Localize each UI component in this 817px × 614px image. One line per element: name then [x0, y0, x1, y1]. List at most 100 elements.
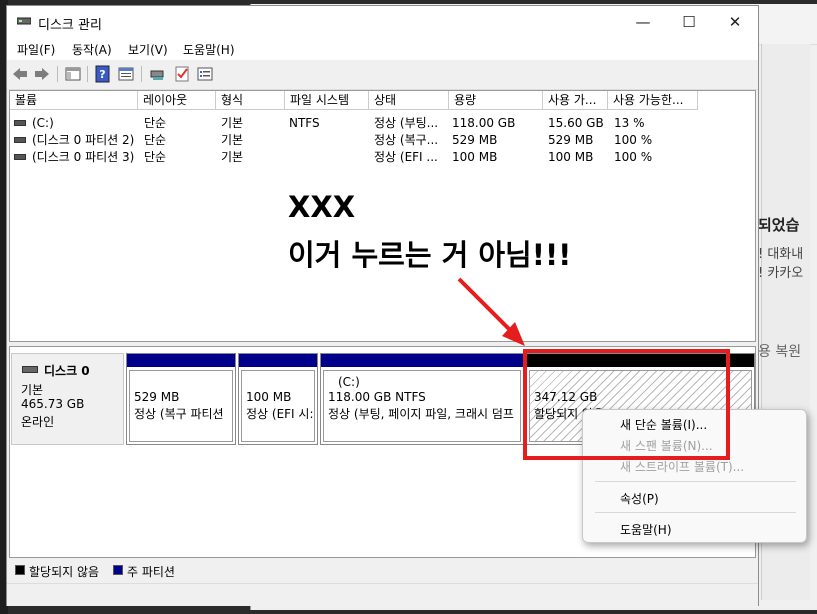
- partition-efi[interactable]: 100 MB 정상 (EFI 시:: [238, 353, 318, 445]
- annotation-warning: 이거 누르는 거 아님!!!: [288, 238, 572, 272]
- cell-type: 기본: [221, 116, 244, 130]
- disk-status: 온라인: [21, 415, 55, 429]
- volume-icon: [14, 154, 26, 160]
- cell-layout: 단순: [144, 116, 167, 130]
- primary-partition-bar: [321, 354, 523, 367]
- cell-free-percent: 100 %: [614, 150, 653, 164]
- cell-status: 정상 (EFI ...: [374, 150, 438, 164]
- partition-size: 118.00 GB NTFS: [328, 390, 426, 404]
- toolbar: ?: [7, 60, 758, 90]
- legend-unallocated-label: 할당되지 않음: [29, 565, 100, 579]
- volume-icon: [14, 137, 26, 143]
- legend-primary-swatch: [113, 565, 123, 575]
- primary-partition-bar: [239, 354, 317, 367]
- status-bar: [7, 583, 758, 606]
- cell-status: 정상 (복구...: [374, 133, 439, 147]
- forward-arrow-icon[interactable]: [33, 65, 51, 83]
- partition-c[interactable]: (C:) 118.00 GB NTFS 정상 (부팅, 페이지 파일, 크래시 …: [320, 353, 524, 445]
- toolbar-separator: [141, 66, 142, 82]
- column-header-free-space[interactable]: 사용 가...: [543, 91, 608, 110]
- legend: 할당되지 않음 주 파티션: [9, 559, 756, 581]
- cell-capacity: 100 MB: [452, 150, 498, 164]
- volume-row[interactable]: (C:) 단순 기본 NTFS 정상 (부팅... 118.00 GB 15.6…: [10, 115, 755, 132]
- disk-icon: [22, 366, 38, 373]
- menu-file[interactable]: 파일(F): [17, 41, 55, 58]
- volume-list[interactable]: 볼륨 레이아웃 형식 파일 시스템 상태 용량 사용 가... 사용 가능한..…: [9, 90, 756, 342]
- partition-drive-letter: (C:): [338, 375, 360, 389]
- background-text: ! 카카오: [758, 266, 804, 281]
- maximize-button[interactable]: ☐: [666, 6, 712, 38]
- disk-0-label[interactable]: 디스크 0 기본 465.73 GB 온라인: [11, 353, 124, 445]
- partition-body: (C:) 118.00 GB NTFS 정상 (부팅, 페이지 파일, 크래시 …: [323, 370, 521, 442]
- toolbar-separator: [57, 66, 58, 82]
- column-header-filesystem[interactable]: 파일 시스템: [285, 91, 369, 110]
- back-arrow-icon[interactable]: [11, 65, 29, 83]
- menu-item-help[interactable]: 도움말(H): [620, 521, 672, 538]
- menu-view[interactable]: 보기(V): [128, 41, 168, 58]
- cell-layout: 단순: [144, 150, 167, 164]
- menu-help[interactable]: 도움말(H): [183, 41, 235, 58]
- background-text: 되었습: [758, 216, 800, 234]
- menu-bar: 파일(F) 동작(A) 보기(V) 도움말(H): [7, 38, 758, 60]
- cell-volume: (C:): [32, 116, 54, 130]
- disk-size: 465.73 GB: [21, 397, 85, 411]
- cell-volume: (디스크 0 파티션 3): [32, 150, 135, 164]
- disk-name: 디스크 0: [44, 364, 90, 378]
- annotation-highlight-box: [523, 349, 730, 460]
- cell-filesystem: NTFS: [289, 116, 320, 130]
- menu-item-properties[interactable]: 속성(P): [620, 490, 659, 507]
- cell-free-space: 100 MB: [548, 150, 594, 164]
- partition-status: 정상 (EFI 시:: [246, 407, 314, 421]
- list-icon[interactable]: [196, 65, 214, 83]
- column-header-status[interactable]: 상태: [369, 91, 449, 110]
- svg-text:?: ?: [99, 68, 105, 81]
- cell-volume: (디스크 0 파티션 2): [32, 133, 135, 147]
- column-header-type[interactable]: 형식: [216, 91, 285, 110]
- menu-separator: [595, 481, 796, 482]
- cell-status: 정상 (부팅...: [374, 116, 439, 130]
- partition-size: 529 MB: [134, 390, 180, 404]
- partition-size: 100 MB: [246, 390, 292, 404]
- volume-icon: [14, 120, 26, 126]
- properties-icon[interactable]: [117, 65, 135, 83]
- primary-partition-bar: [127, 354, 235, 367]
- cell-free-space: 529 MB: [548, 133, 594, 147]
- disk-type: 기본: [21, 383, 44, 397]
- minimize-button[interactable]: —: [620, 6, 666, 38]
- cell-capacity: 529 MB: [452, 133, 498, 147]
- annotation-title: XXX: [288, 190, 356, 224]
- column-header-layout[interactable]: 레이아웃: [138, 91, 216, 110]
- menu-action[interactable]: 동작(A): [72, 41, 112, 58]
- partition-recovery[interactable]: 529 MB 정상 (복구 파티션: [126, 353, 236, 445]
- toolbar-separator: [87, 66, 88, 82]
- column-header-free-percent[interactable]: 사용 가능한...: [608, 91, 698, 110]
- title-bar[interactable]: 디스크 관리 — ☐ ✕: [7, 6, 758, 38]
- partition-status: 정상 (부팅, 페이지 파일, 크래시 덤프: [328, 407, 514, 421]
- menu-item-new-striped-volume: 새 스트라이프 볼륨(T)...: [620, 460, 745, 474]
- legend-primary-label: 주 파티션: [127, 565, 175, 579]
- volume-row[interactable]: (디스크 0 파티션 3) 단순 기본 정상 (EFI ... 100 MB 1…: [10, 149, 755, 166]
- volume-row[interactable]: (디스크 0 파티션 2) 단순 기본 정상 (복구... 529 MB 529…: [10, 132, 755, 149]
- background-text: 용 복원: [758, 344, 802, 360]
- legend-unallocated-swatch: [15, 565, 25, 575]
- cell-layout: 단순: [144, 133, 167, 147]
- cell-free-percent: 100 %: [614, 133, 653, 147]
- background-text: ! 대화내: [758, 247, 804, 262]
- help-icon[interactable]: ?: [94, 65, 112, 83]
- cell-type: 기본: [221, 150, 244, 164]
- menu-separator: [595, 512, 796, 513]
- column-header-volume[interactable]: 볼륨: [10, 91, 138, 110]
- cell-type: 기본: [221, 133, 244, 147]
- partition-body: 100 MB 정상 (EFI 시:: [241, 370, 315, 442]
- window-title: 디스크 관리: [38, 18, 102, 33]
- column-header-capacity[interactable]: 용량: [449, 91, 543, 110]
- close-button[interactable]: ✕: [712, 6, 758, 38]
- cell-capacity: 118.00 GB: [452, 116, 516, 130]
- partition-status: 정상 (복구 파티션: [134, 407, 224, 421]
- connect-icon[interactable]: [149, 65, 167, 83]
- check-icon[interactable]: [173, 65, 191, 83]
- console-tree-icon[interactable]: [64, 65, 82, 83]
- partition-body: 529 MB 정상 (복구 파티션: [129, 370, 233, 442]
- disk-management-app-icon: [17, 17, 31, 25]
- cell-free-percent: 13 %: [614, 116, 645, 130]
